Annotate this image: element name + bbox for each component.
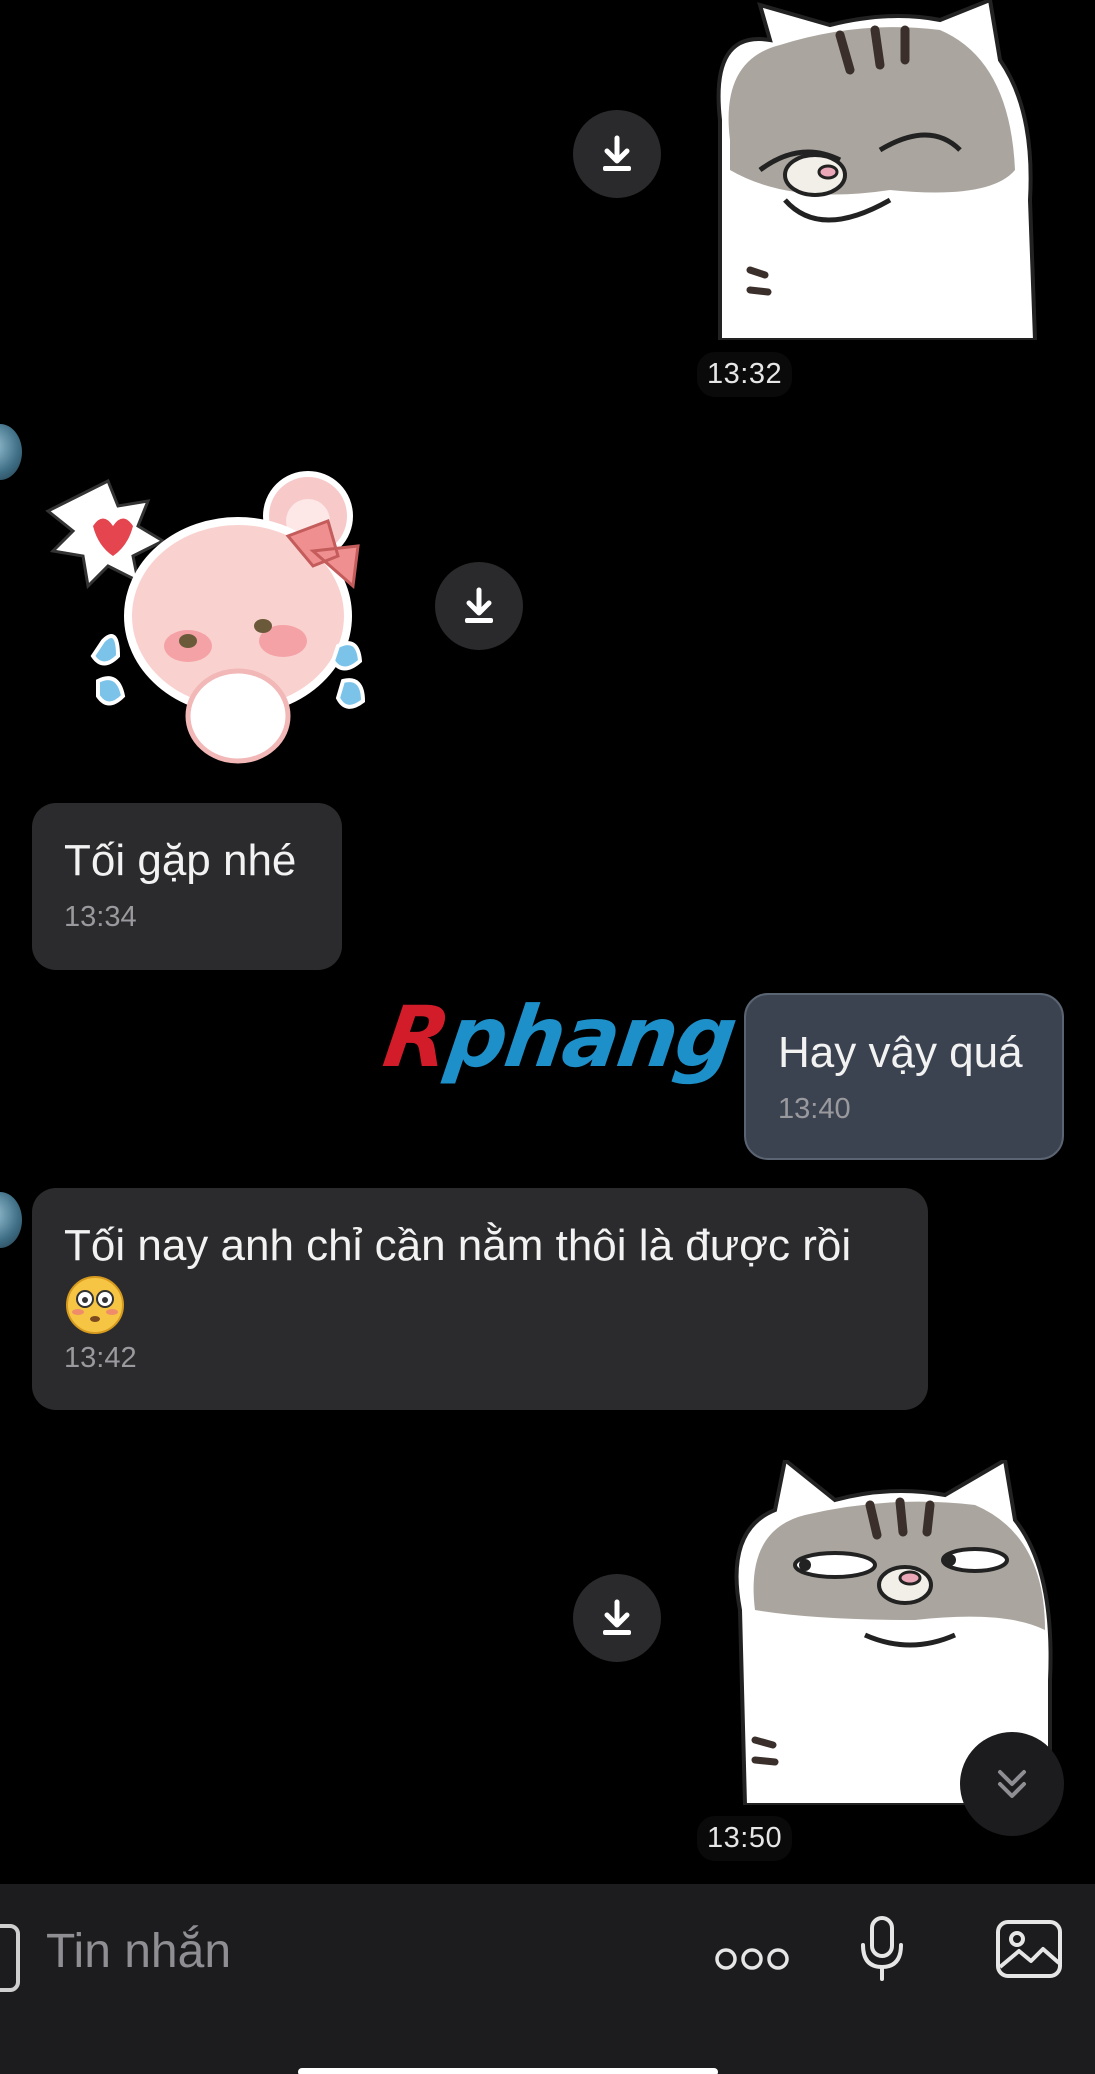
flushed-face-icon xyxy=(66,1276,124,1334)
image-icon xyxy=(996,1920,1062,1978)
pink-bear-crying-sticker[interactable] xyxy=(38,466,398,766)
home-indicator xyxy=(298,2068,718,2074)
incoming-message-bubble[interactable]: Tối gặp nhé 13:34 xyxy=(32,803,342,970)
incoming-message-bubble[interactable]: Tối nay anh chỉ cần nằm thôi là được rồi… xyxy=(32,1188,928,1410)
flushed-face-emoji xyxy=(64,1274,126,1350)
message-input[interactable]: Tin nhắn xyxy=(46,1924,231,1979)
message-text: Tối nay anh chỉ cần nằm thôi là được rồi xyxy=(64,1221,852,1270)
attach-icon[interactable] xyxy=(0,1924,20,1992)
download-button[interactable] xyxy=(573,110,661,198)
more-icon xyxy=(715,1948,789,1970)
message-text: Hay vậy quá xyxy=(778,1028,1023,1077)
message-composer: Tin nhắn xyxy=(0,1884,1095,2074)
voice-button[interactable] xyxy=(856,1914,908,1984)
download-icon xyxy=(603,1599,631,1635)
image-button[interactable] xyxy=(994,1918,1064,1980)
scroll-down-button[interactable] xyxy=(960,1732,1064,1836)
outgoing-message-bubble[interactable]: Hay vậy quá 13:40 xyxy=(744,993,1064,1160)
double-chevron-down-icon xyxy=(998,1770,1026,1798)
message-time: 13:42 xyxy=(64,1342,137,1374)
message-time: 13:40 xyxy=(778,1093,851,1125)
download-icon xyxy=(465,587,493,623)
avatar[interactable] xyxy=(0,1192,22,1248)
download-icon xyxy=(603,135,631,171)
avatar[interactable] xyxy=(0,424,22,480)
chat-screen: 13:32 Tối gặp nhé 13:34 Rphang Hay vậy q… xyxy=(0,0,1095,2074)
grey-cat-smirk-sticker[interactable] xyxy=(690,0,1040,340)
message-text: Tối gặp nhé xyxy=(64,836,297,885)
message-time: 13:50 xyxy=(697,1816,793,1861)
message-time: 13:32 xyxy=(697,352,793,397)
download-button[interactable] xyxy=(435,562,523,650)
message-emoji-row xyxy=(64,1274,896,1334)
watermark-logo: Rphang xyxy=(378,988,742,1086)
download-button[interactable] xyxy=(573,1574,661,1662)
more-button[interactable] xyxy=(712,1942,792,1976)
message-time: 13:34 xyxy=(64,901,137,933)
microphone-icon xyxy=(861,1916,903,1981)
